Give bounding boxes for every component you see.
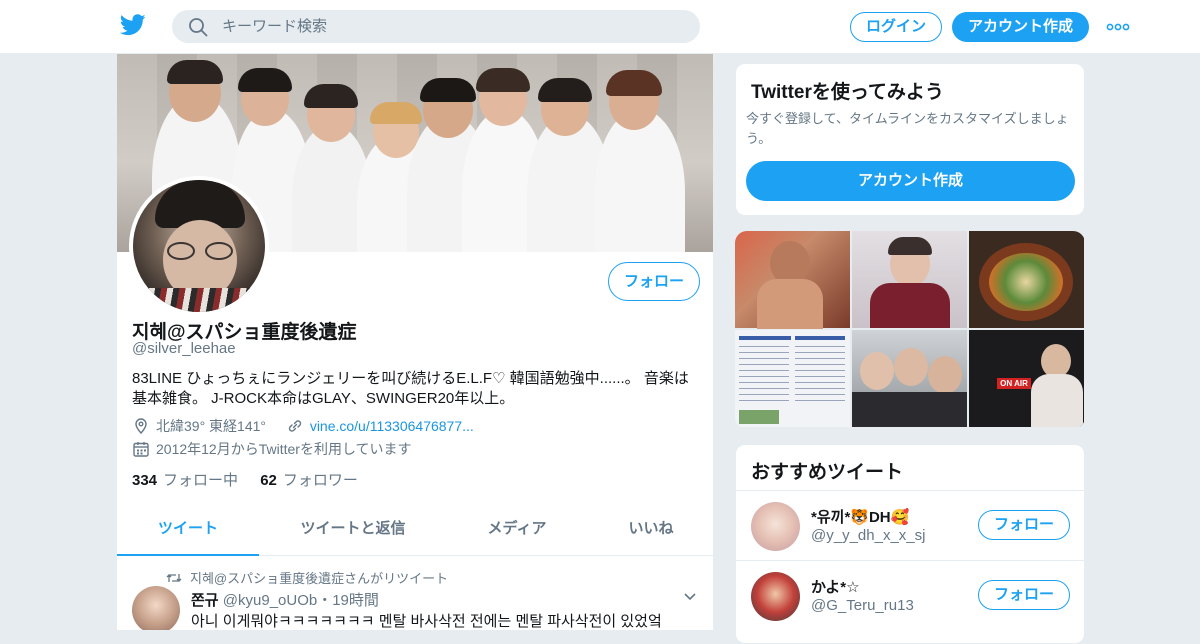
- profile-tabs: ツイート ツイートと返信 メディア いいね: [117, 506, 713, 556]
- more-options-icon[interactable]: [1106, 17, 1130, 37]
- tweet-item[interactable]: 지혜@スパショ重度後遺症さんがリツイート 쫀규 @kyu9_oUOb・19時間 …: [117, 556, 713, 630]
- profile-column: フォロー 지혜@スパショ重度後遺症 @silver_leehae 83LINE …: [116, 54, 714, 630]
- location-pin-icon: [135, 418, 147, 435]
- following-label: フォロー中: [163, 472, 239, 489]
- recommended-user-row[interactable]: かよ*☆ @G_Teru_ru13 フォロー: [736, 560, 1084, 630]
- profile-handle[interactable]: @silver_leehae: [132, 340, 236, 357]
- recommended-users-card: おすすめツイート *유끼*🐯DH🥰 @y_y_dh_x_x_sj フォロー かよ…: [735, 444, 1085, 644]
- recommended-user-name[interactable]: かよ*☆: [811, 576, 860, 597]
- media-thumbnail-grid: ON AIR: [735, 231, 1085, 429]
- media-thumbnail[interactable]: [852, 231, 967, 328]
- profile-bio: 83LINE ひょっちぇにランジェリーを叫び続けるE.L.F♡ 韓国語勉強中..…: [132, 370, 689, 407]
- retweet-notice-text[interactable]: 지혜@スパショ重度後遺症さんがリツイート: [190, 571, 448, 586]
- signup-button[interactable]: アカウント作成: [952, 12, 1089, 42]
- login-button[interactable]: ログイン: [850, 12, 942, 42]
- calendar-icon: [133, 442, 149, 457]
- profile-avatar[interactable]: [129, 176, 269, 316]
- media-thumbnail[interactable]: [735, 330, 850, 427]
- chevron-down-icon[interactable]: [683, 592, 697, 602]
- recommended-follow-button[interactable]: フォロー: [978, 510, 1070, 540]
- signup-card-description: 今すぐ登録して、タイムラインをカスタマイズしましょう。: [746, 111, 1069, 146]
- signup-card-button[interactable]: アカウント作成: [746, 161, 1075, 201]
- retweet-icon: [166, 574, 182, 582]
- media-thumbnail[interactable]: [969, 231, 1084, 328]
- tweet-author-name[interactable]: 쫀규: [191, 592, 219, 609]
- link-icon: [288, 420, 301, 432]
- media-thumbnail[interactable]: [852, 330, 967, 427]
- followers-count: 62: [260, 472, 277, 489]
- recommended-follow-button[interactable]: フォロー: [978, 580, 1070, 610]
- tab-likes[interactable]: いいね: [587, 506, 713, 556]
- on-air-sign: ON AIR: [997, 378, 1031, 389]
- tweet-author-avatar[interactable]: [132, 586, 180, 630]
- recommended-user-handle[interactable]: @G_Teru_ru13: [811, 597, 914, 614]
- following-count: 334: [132, 472, 158, 489]
- retweet-notice: 지혜@スパショ重度後遺症さんがリツイート: [166, 568, 448, 587]
- recommended-user-avatar[interactable]: [751, 572, 800, 621]
- profile-url-link[interactable]: vine.co/u/113306476877...: [310, 418, 474, 434]
- recommended-user-name[interactable]: *유끼*🐯DH🥰: [811, 506, 909, 527]
- tab-tweets[interactable]: ツイート: [117, 506, 259, 556]
- media-thumbnail[interactable]: [735, 231, 850, 329]
- profile-joined-row: 2012年12月からTwitterを利用しています: [132, 439, 412, 459]
- tab-media[interactable]: メディア: [447, 506, 587, 556]
- recommended-title: おすすめツイート: [751, 462, 904, 483]
- recommended-user-avatar[interactable]: [751, 502, 800, 551]
- followers-count-link[interactable]: 62 フォロワー: [260, 472, 358, 489]
- follow-button[interactable]: フォロー: [608, 262, 700, 301]
- profile-follow-counts: 334 フォロー中 62 フォロワー: [132, 469, 376, 490]
- search-input[interactable]: [222, 10, 682, 43]
- followers-label: フォロワー: [282, 472, 358, 489]
- following-count-link[interactable]: 334 フォロー中: [132, 472, 238, 489]
- tweet-text: 아니 이게뭐야ㅋㅋㅋㅋㅋㅋㅋ 멘탈 바사삭전 전에는 멘탈 파사삭전이 있었엌: [191, 613, 662, 630]
- top-navigation-bar: ログイン アカウント作成: [0, 0, 1200, 54]
- signup-card-title: Twitterを使ってみよう: [751, 82, 944, 103]
- tweet-header: 쫀규 @kyu9_oUOb・19時間: [191, 589, 379, 610]
- profile-joined-date: 2012年12月からTwitterを利用しています: [156, 441, 412, 457]
- media-thumbnail[interactable]: ON AIR: [969, 330, 1084, 427]
- tweet-author-handle-time[interactable]: @kyu9_oUOb・19時間: [223, 592, 379, 609]
- recommended-user-row[interactable]: *유끼*🐯DH🥰 @y_y_dh_x_x_sj フォロー: [736, 490, 1084, 560]
- twitter-bird-icon[interactable]: [120, 14, 146, 36]
- signup-promo-card: Twitterを使ってみよう 今すぐ登録して、タイムラインをカスタマイズしましょ…: [735, 63, 1085, 216]
- search-box[interactable]: [172, 10, 700, 43]
- profile-location-url-row: 北緯39° 東経141° vine.co/u/113306476877...: [132, 416, 474, 436]
- search-icon: [189, 18, 208, 37]
- profile-location: 北緯39° 東経141°: [156, 418, 267, 434]
- tab-tweets-and-replies[interactable]: ツイートと返信: [259, 506, 447, 556]
- recommended-user-handle[interactable]: @y_y_dh_x_x_sj: [811, 527, 925, 544]
